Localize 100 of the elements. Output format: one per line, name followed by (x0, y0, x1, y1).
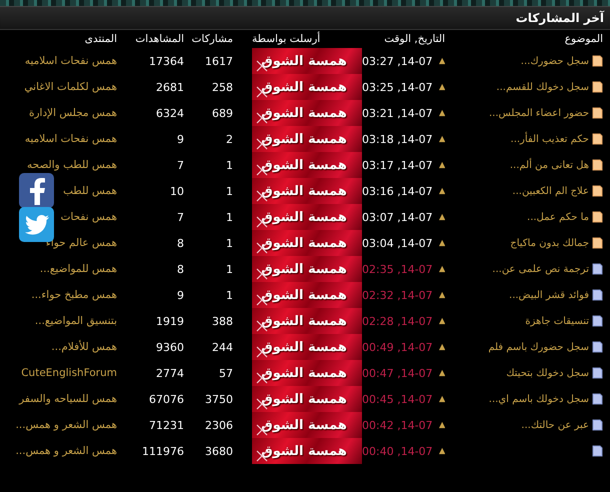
views-count: 7 (176, 158, 184, 172)
posts-count: 57 (218, 366, 233, 380)
poster-banner[interactable]: همسة الشوق (252, 74, 362, 100)
column-header: المشاهدات (134, 33, 184, 45)
triangle-icon (438, 239, 445, 247)
topic-link[interactable]: علاج الم الكعبين... (512, 186, 589, 196)
post-time: 00:40 ,14-07 (362, 444, 433, 458)
triangle-icon (438, 421, 445, 429)
column-header: التاريخ, الوقت (383, 33, 445, 45)
poster-banner[interactable]: همسة الشوق (252, 256, 362, 282)
topic-link[interactable]: سجل دخولك باسم اي... (488, 394, 589, 404)
triangle-icon (438, 265, 445, 273)
poster-banner[interactable]: همسة الشوق (252, 438, 362, 464)
poster-banner[interactable]: همسة الشوق (252, 360, 362, 386)
poster-banner[interactable]: همسة الشوق (252, 178, 362, 204)
triangle-icon (438, 213, 445, 221)
column-header: الموضوع (564, 33, 603, 45)
forum-link[interactable]: همس للمواضيع... (0, 263, 117, 275)
forum-link[interactable]: همس مطبخ حواء... (0, 289, 117, 301)
poster-banner[interactable]: همسة الشوق (252, 308, 362, 334)
poster-banner[interactable]: همسة الشوق (252, 152, 362, 178)
topic-link[interactable]: جمالك بدون ماكياج (510, 238, 589, 248)
poster-banner[interactable]: همسة الشوق (252, 204, 362, 230)
post-time: 00:47 ,14-07 (362, 366, 433, 380)
post-time: 03:27 ,14-07 (362, 54, 433, 68)
triangle-icon (438, 109, 445, 117)
forum-link[interactable]: همس للطب والصحه (0, 159, 117, 171)
views-count: 9 (176, 132, 184, 146)
topic-link[interactable]: سجل حضورك... (520, 56, 589, 66)
triangle-icon (438, 343, 445, 351)
post-time: 03:07 ,14-07 (362, 210, 433, 224)
section-title: آخر المشاركات (516, 11, 604, 25)
topic-link[interactable]: سجل دخولك بتحيتك (506, 368, 589, 378)
poster-banner[interactable]: همسة الشوق (252, 282, 362, 308)
forum-link[interactable]: همس نفحات اسلاميه (0, 55, 117, 67)
poster-banner[interactable]: همسة الشوق (252, 100, 362, 126)
views-count: 2774 (155, 366, 184, 380)
poster-banner[interactable]: همسة الشوق (252, 334, 362, 360)
posts-count: 1 (225, 158, 233, 172)
forum-link[interactable]: همس للأفلام... (0, 341, 117, 353)
views-count: 10 (169, 184, 184, 198)
posts-count: 2306 (204, 418, 233, 432)
post-time: 03:21 ,14-07 (362, 106, 433, 120)
poster-banner[interactable]: همسة الشوق (252, 386, 362, 412)
views-count: 1919 (155, 314, 184, 328)
forum-link[interactable]: همس للسياحه والسفر (0, 393, 117, 405)
forum-link[interactable]: همس نفحات اسلاميه (0, 133, 117, 145)
topic-link[interactable]: هل تعانى من ألم... (510, 160, 589, 170)
posts-count: 244 (211, 340, 233, 354)
triangle-icon (438, 57, 445, 65)
poster-banner[interactable]: همسة الشوق (252, 412, 362, 438)
posts-count: 3750 (204, 392, 233, 406)
triangle-icon (438, 447, 445, 455)
forum-link[interactable]: همس لكلمات الاغاني (0, 81, 117, 93)
post-time: 03:25 ,14-07 (362, 80, 433, 94)
posts-count: 388 (211, 314, 233, 328)
poster-banner[interactable]: همسة الشوق (252, 126, 362, 152)
column-header: أرسلت بواسطة (252, 33, 322, 45)
post-time: 03:04 ,14-07 (362, 236, 433, 250)
views-count: 71231 (148, 418, 184, 432)
triangle-icon (438, 291, 445, 299)
posts-count: 1 (225, 210, 233, 224)
posts-count: 1 (225, 288, 233, 302)
post-time: 00:49 ,14-07 (362, 340, 433, 354)
triangle-icon (438, 317, 445, 325)
posts-count: 1617 (204, 54, 233, 68)
facebook-icon[interactable] (19, 173, 54, 208)
forum-link[interactable]: همس للطب (0, 185, 117, 197)
poster-banner[interactable]: همسة الشوق (252, 230, 362, 256)
column-header: المنتدى (84, 33, 117, 45)
topic-link[interactable]: ما حكم عمل... (527, 212, 589, 222)
topic-link[interactable]: ترجمة نص علمى عن... (492, 264, 589, 274)
triangle-icon (438, 369, 445, 377)
triangle-icon (438, 187, 445, 195)
topic-link[interactable]: حضور اعضاء المجلس... (488, 108, 589, 118)
forum-link[interactable]: همس نفحات (0, 211, 117, 223)
views-count: 8 (176, 262, 184, 276)
post-time: 00:45 ,14-07 (362, 392, 433, 406)
topic-link[interactable]: تنسيقات جاهزة (525, 316, 589, 326)
views-count: 2681 (155, 80, 184, 94)
posts-count: 689 (211, 106, 233, 120)
twitter-icon[interactable] (19, 207, 54, 242)
forum-link[interactable]: همس الشعر و همس... (0, 419, 117, 431)
topic-link[interactable]: سجل حضورك باسم فلم (488, 342, 589, 352)
topic-link[interactable]: فوائد قشر البيض... (509, 290, 589, 300)
views-count: 8 (176, 236, 184, 250)
forum-link[interactable]: همس الشعر و همس... (0, 445, 117, 457)
topic-link[interactable]: سجل دخولك للقسم... (496, 82, 589, 92)
post-time: 03:17 ,14-07 (362, 158, 433, 172)
forum-link[interactable]: همس مجلس الإدارة (0, 107, 117, 119)
poster-banner[interactable]: همسة الشوق (252, 48, 362, 74)
topic-link[interactable]: حكم تعذيب الفأر... (510, 134, 589, 144)
views-count: 6324 (155, 106, 184, 120)
topic-link[interactable]: عبر عن حالتك... (521, 420, 589, 430)
triangle-icon (438, 161, 445, 169)
forum-link[interactable]: بتنسيق المواضيع... (0, 315, 117, 327)
views-count: 7 (176, 210, 184, 224)
views-count: 9360 (155, 340, 184, 354)
posts-count: 3680 (204, 444, 233, 458)
forum-link[interactable]: CuteEnglishForum (0, 367, 117, 379)
